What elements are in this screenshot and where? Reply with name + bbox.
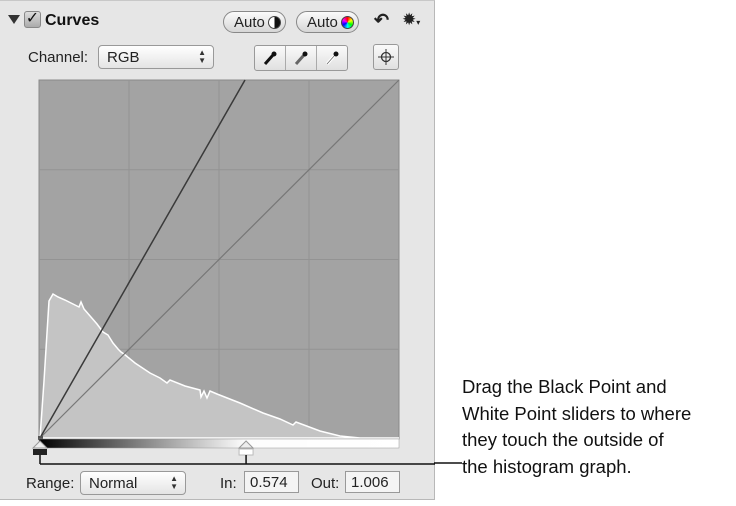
range-label: Range: bbox=[26, 475, 75, 492]
callout-text: Drag the Black Point and White Point sli… bbox=[462, 374, 691, 480]
out-value-field[interactable]: 1.006 bbox=[345, 471, 400, 493]
callout-line-3: they touch the outside of bbox=[462, 429, 664, 450]
callout-line-1: Drag the Black Point and bbox=[462, 376, 667, 397]
callout-line-2: White Point sliders to where bbox=[462, 402, 692, 424]
updown-arrows-icon: ▲ ▼ bbox=[170, 474, 178, 491]
curves-panel: ✓ Curves Auto Auto ↶ ✹▾ Channel: RGB▲▼ bbox=[0, 0, 435, 500]
in-label: In: bbox=[220, 475, 237, 492]
gradient-bar bbox=[38, 438, 400, 449]
out-label: Out: bbox=[311, 475, 340, 492]
curves-graph[interactable] bbox=[0, 1, 435, 471]
callout-line-extension bbox=[434, 462, 462, 464]
range-select[interactable]: Normal ▲ ▼ bbox=[80, 471, 186, 495]
in-value-field[interactable]: 0.574 bbox=[244, 471, 299, 493]
callout-line-4: the histogram graph. bbox=[462, 455, 632, 477]
range-value: Normal bbox=[89, 475, 138, 492]
